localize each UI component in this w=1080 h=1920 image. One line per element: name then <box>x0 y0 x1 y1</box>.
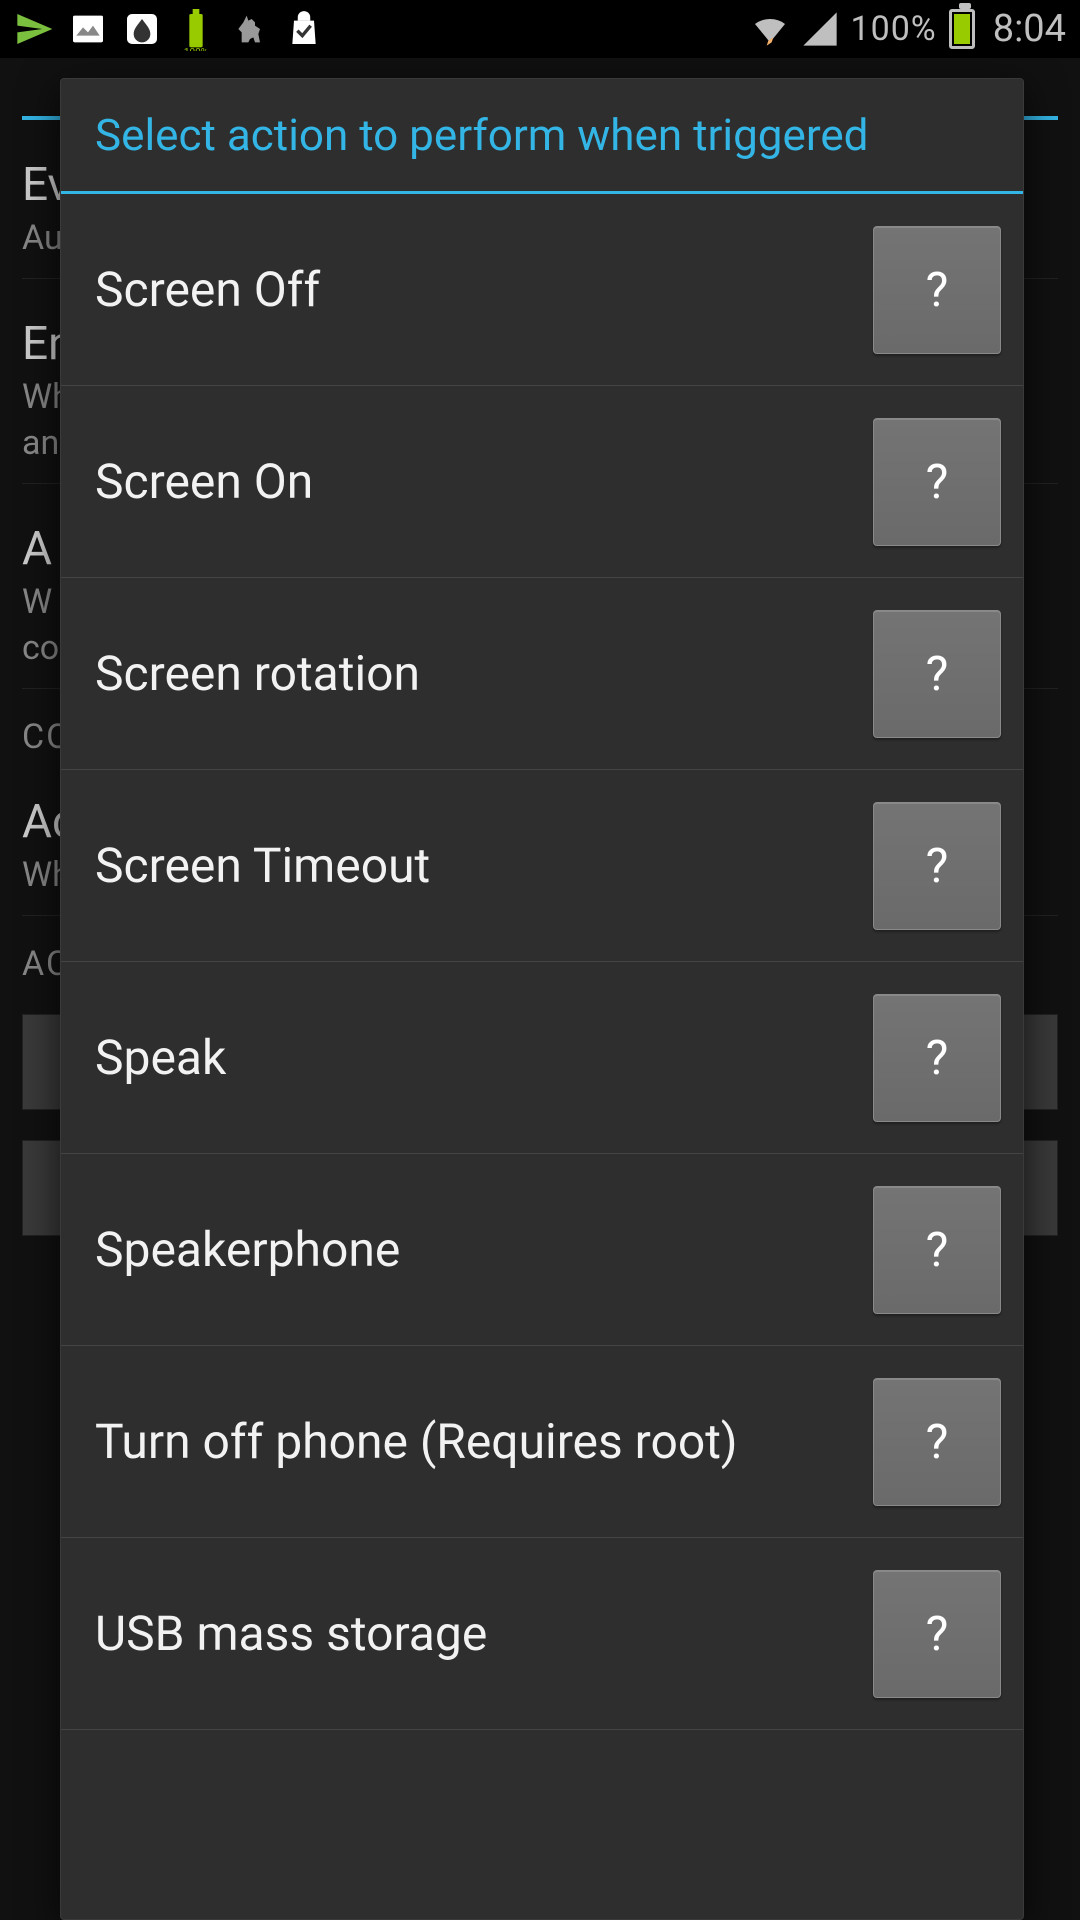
send-icon <box>14 9 54 49</box>
action-item-screen-off[interactable]: Screen Off ? <box>61 194 1023 386</box>
wifi-icon <box>750 9 790 49</box>
battery-icon <box>947 9 977 49</box>
action-item-label: Screen On <box>95 452 873 512</box>
battery-small-icon: 100% <box>176 9 216 49</box>
image-icon <box>68 9 108 49</box>
help-button[interactable]: ? <box>873 418 1001 546</box>
help-button[interactable]: ? <box>873 226 1001 354</box>
help-button[interactable]: ? <box>873 1570 1001 1698</box>
dialog-title: Select action to perform when triggered <box>61 79 1023 194</box>
help-button[interactable]: ? <box>873 994 1001 1122</box>
action-item-screen-timeout[interactable]: Screen Timeout ? <box>61 770 1023 962</box>
action-item-label: Screen Off <box>95 260 873 320</box>
action-item-turn-off-phone[interactable]: Turn off phone (Requires root) ? <box>61 1346 1023 1538</box>
action-item-screen-on[interactable]: Screen On ? <box>61 386 1023 578</box>
action-item-speakerphone[interactable]: Speakerphone ? <box>61 1154 1023 1346</box>
signal-icon <box>800 9 840 49</box>
action-item-label: Screen Timeout <box>95 836 873 896</box>
action-item-label: Speakerphone <box>95 1220 873 1280</box>
check-bag-icon <box>284 9 324 49</box>
battery-percent: 100% <box>850 9 936 49</box>
help-button[interactable]: ? <box>873 610 1001 738</box>
drop-icon <box>122 9 162 49</box>
status-bar: 100% 100% 8:04 <box>0 0 1080 58</box>
action-select-dialog: Select action to perform when triggered … <box>60 78 1024 1920</box>
action-item-label: Turn off phone (Requires root) <box>95 1412 873 1472</box>
help-button[interactable]: ? <box>873 1378 1001 1506</box>
help-button[interactable]: ? <box>873 802 1001 930</box>
llama-icon <box>230 9 270 49</box>
action-list[interactable]: Screen Off ? Screen On ? Screen rotation… <box>61 194 1023 1919</box>
action-item-speak[interactable]: Speak ? <box>61 962 1023 1154</box>
help-button[interactable]: ? <box>873 1186 1001 1314</box>
clock: 8:04 <box>993 7 1066 51</box>
action-item-usb-mass-storage[interactable]: USB mass storage ? <box>61 1538 1023 1730</box>
svg-text:100%: 100% <box>184 48 208 51</box>
action-item-label: Speak <box>95 1028 873 1088</box>
action-item-label: USB mass storage <box>95 1604 873 1664</box>
action-item-screen-rotation[interactable]: Screen rotation ? <box>61 578 1023 770</box>
action-item-label: Screen rotation <box>95 644 873 704</box>
